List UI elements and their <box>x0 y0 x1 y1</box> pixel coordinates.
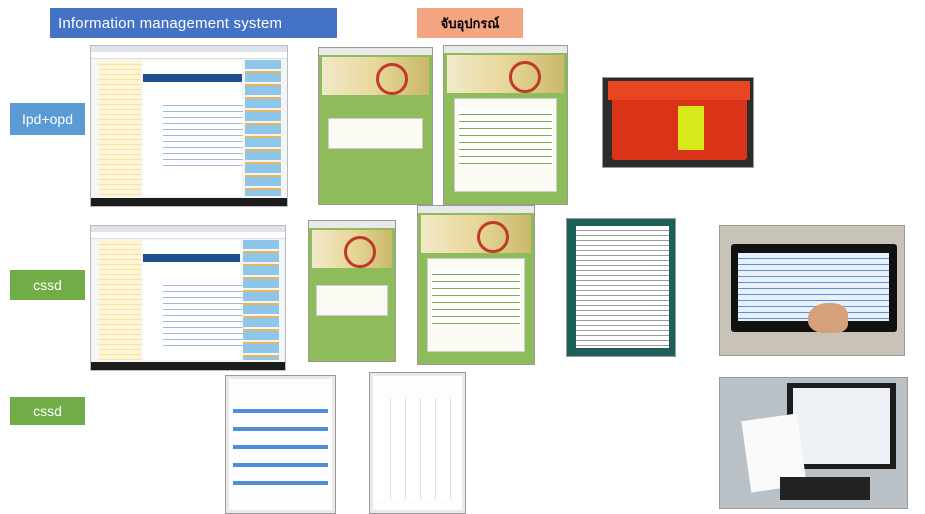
app-login-screenshot-1 <box>318 47 433 205</box>
biohazard-bin-photo <box>602 77 754 168</box>
desktop-screenshot-1 <box>90 45 288 207</box>
qr-form-photo-2 <box>369 372 466 514</box>
barcode-scanner-photo <box>719 377 908 509</box>
app-login-screenshot-2 <box>308 220 396 362</box>
qr-form-photo-1 <box>225 375 336 514</box>
row-label-cssd-1: cssd <box>10 270 85 300</box>
page-title: Information management system <box>50 8 337 38</box>
printed-list-photo <box>566 218 676 357</box>
section-title-orange: จับอุปกรณ์ <box>417 8 523 38</box>
row-label-ipd-opd: Ipd+opd <box>10 103 85 135</box>
app-form-screenshot-2 <box>417 205 535 365</box>
touchscreen-photo <box>719 225 905 356</box>
row-label-cssd-2: cssd <box>10 397 85 425</box>
app-form-screenshot-1 <box>443 45 568 205</box>
desktop-screenshot-2 <box>90 225 286 371</box>
